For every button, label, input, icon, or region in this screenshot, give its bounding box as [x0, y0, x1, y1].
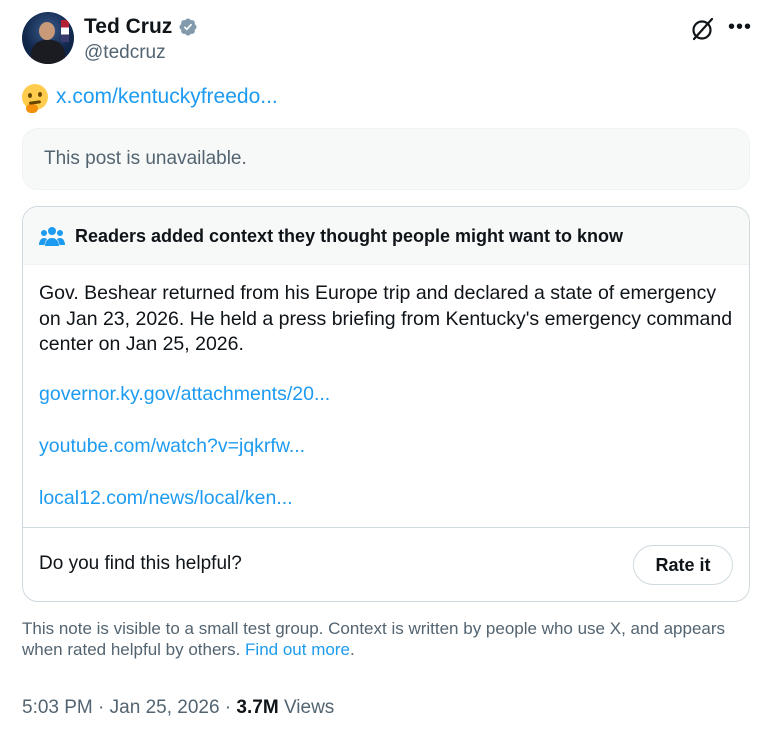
community-note-body: Gov. Beshear returned from his Europe tr… [39, 282, 733, 355]
tweet-date[interactable]: Jan 25, 2026 [110, 697, 220, 718]
verified-badge-icon [179, 18, 197, 36]
tweet-link[interactable]: x.com/kentuckyfreedo... [56, 85, 278, 109]
tweet-header: Ted Cruz @tedcruz ••• [22, 12, 752, 66]
quoted-post[interactable]: This post is unavailable. [22, 128, 750, 190]
rate-it-button[interactable]: Rate it [633, 545, 733, 585]
community-note-footer: Do you find this helpful? Rate it [23, 527, 749, 601]
note-source-link[interactable]: governor.ky.gov/attachments/20... [39, 383, 330, 406]
tweet-time[interactable]: 5:03 PM [22, 697, 93, 718]
author-name[interactable]: Ted Cruz [84, 15, 172, 39]
people-icon [39, 227, 65, 246]
author-name-row: Ted Cruz [84, 15, 198, 39]
note-source-link[interactable]: local12.com/news/local/ken... [39, 487, 293, 510]
quoted-post-text: This post is unavailable. [44, 148, 247, 169]
note-source-link[interactable]: youtube.com/watch?v=jqkrfw... [39, 435, 305, 458]
avatar[interactable] [22, 12, 74, 64]
tweet-text: x.com/kentuckyfreedo... [22, 84, 278, 113]
thinking-face-icon [22, 84, 48, 113]
meta-separator: · [219, 697, 237, 718]
find-out-more-link[interactable]: Find out more [245, 640, 350, 659]
meta-separator: · [92, 697, 110, 718]
views-label: Views [283, 697, 335, 718]
note-disclaimer: This note is visible to a small test gro… [22, 618, 742, 660]
disclaimer-period: . [349, 640, 355, 659]
helpful-prompt: Do you find this helpful? [39, 553, 242, 574]
tweet-meta: 5:03 PM · Jan 25, 2026 · 3.7M Views [22, 697, 334, 719]
author-handle[interactable]: @tedcruz [84, 42, 166, 64]
community-note: Readers added context they thought peopl… [22, 206, 750, 602]
community-note-header: Readers added context they thought peopl… [23, 207, 749, 265]
grok-icon[interactable] [690, 16, 716, 42]
community-note-title: Readers added context they thought peopl… [75, 226, 624, 246]
more-options-icon[interactable]: ••• [728, 16, 752, 39]
views-count: 3.7M [236, 697, 279, 718]
disclaimer-text: This note is visible to a small test gro… [22, 619, 726, 659]
